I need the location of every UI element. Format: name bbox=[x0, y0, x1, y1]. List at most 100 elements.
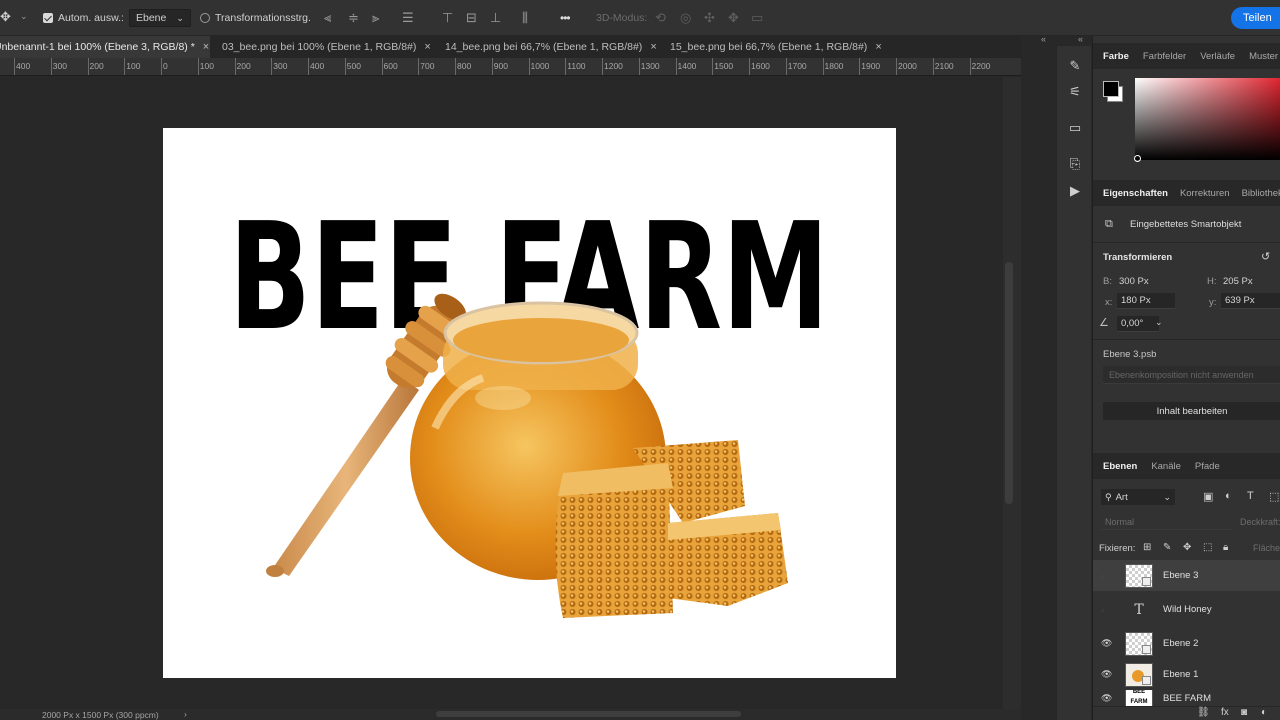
align-center-icon[interactable]: ≑ bbox=[348, 10, 359, 26]
tab-document-3[interactable]: 14_bee.png bei 66,7% (Ebene 1, RGB/8#) × bbox=[445, 36, 657, 58]
lock-transparent-icon[interactable]: ⊞ bbox=[1143, 542, 1151, 553]
filter-shape-icon[interactable]: ⬚ bbox=[1269, 490, 1279, 503]
align-bottom-icon[interactable]: ⊥ bbox=[490, 10, 501, 26]
ruler-tick bbox=[712, 58, 714, 75]
layer-row-ebene-3[interactable]: ▫ Ebene 3 bbox=[1093, 560, 1280, 591]
tab-muster[interactable]: Muster bbox=[1249, 51, 1278, 62]
ruler-tick bbox=[896, 58, 897, 75]
distribute-vertical-icon[interactable]: ⫼ bbox=[522, 10, 528, 26]
reset-transform-icon[interactable]: ↺ bbox=[1261, 250, 1270, 263]
history-icon[interactable]: ⎘ bbox=[1067, 156, 1083, 172]
layer-row-ebene-1[interactable]: 👁︎ Ebene 1 bbox=[1093, 659, 1280, 690]
filter-text-icon[interactable]: T bbox=[1247, 490, 1254, 502]
close-icon[interactable]: × bbox=[424, 41, 430, 53]
layer-filter-dropdown[interactable]: ⚲ Art ⌄ bbox=[1101, 489, 1175, 505]
foreground-color-swatch[interactable] bbox=[1103, 81, 1119, 97]
layer-thumbnail bbox=[1125, 631, 1153, 656]
transform-controls-checkbox[interactable]: Transformationsstrg. bbox=[200, 0, 311, 36]
visibility-off-icon[interactable]: ▫ bbox=[1101, 605, 1117, 615]
more-options-button[interactable]: ••• bbox=[560, 0, 571, 36]
tab-korrekturen[interactable]: Korrekturen bbox=[1180, 188, 1230, 199]
share-button[interactable]: Teilen bbox=[1231, 7, 1280, 29]
ruler-tick bbox=[638, 58, 640, 75]
width-label: B: bbox=[1103, 276, 1112, 287]
collapse-left-icon[interactable]: « bbox=[1041, 34, 1046, 44]
comments-icon[interactable]: ▭ bbox=[1067, 120, 1083, 136]
filter-adjustment-icon[interactable]: ◐ bbox=[1225, 490, 1232, 502]
lock-pixels-icon[interactable]: ✎ bbox=[1163, 542, 1171, 553]
filter-image-icon[interactable]: ▣ bbox=[1203, 490, 1213, 503]
link-layers-icon[interactable]: ⛓︎ bbox=[1197, 707, 1210, 718]
new-adjustment-icon[interactable]: ◐ bbox=[1261, 707, 1267, 718]
align-left-icon[interactable]: ⫷ bbox=[324, 10, 331, 26]
distribute-icon[interactable]: ☰ bbox=[402, 10, 414, 26]
add-mask-icon[interactable]: ◙ bbox=[1241, 707, 1247, 718]
y-position-field[interactable]: 639 Px bbox=[1221, 293, 1280, 309]
layer-row-wild-honey[interactable]: ▫ T Wild Honey bbox=[1093, 594, 1280, 625]
collapse-right-icon[interactable]: « bbox=[1078, 34, 1083, 44]
tab-ebenen[interactable]: Ebenen bbox=[1103, 461, 1137, 472]
close-icon[interactable]: × bbox=[650, 41, 656, 53]
lock-position-icon[interactable]: ✥ bbox=[1183, 542, 1191, 553]
horizontal-ruler[interactable]: 400 300 200 100 0 100 200 300 400 500 600 700 800 900… bbox=[0, 58, 1021, 76]
options-bar: ✥ ⌄ Autom. ausw.: Ebene ⌄ Transformation… bbox=[0, 0, 1280, 36]
lock-artboard-icon[interactable]: ⬚ bbox=[1203, 542, 1212, 553]
ruler-label: 1100 bbox=[567, 61, 586, 71]
color-picker-handle[interactable] bbox=[1134, 155, 1141, 162]
3d-camera-icon: ▭ bbox=[751, 10, 764, 25]
align-middle-icon[interactable]: ⊟ bbox=[466, 10, 477, 26]
eye-icon[interactable]: 👁︎ bbox=[1101, 638, 1117, 649]
eye-icon[interactable]: 👁︎ bbox=[1101, 693, 1117, 704]
tab-bibliotheken[interactable]: Bibliotheken bbox=[1242, 188, 1280, 199]
tab-kanaele[interactable]: Kanäle bbox=[1151, 461, 1181, 472]
tool-preset-chevron-icon[interactable]: ⌄ bbox=[20, 11, 28, 22]
tab-eigenschaften[interactable]: Eigenschaften bbox=[1103, 188, 1168, 199]
eye-icon[interactable]: 👁︎ bbox=[1101, 669, 1117, 680]
tab-document-4[interactable]: 15_bee.png bei 66,7% (Ebene 1, RGB/8#) × bbox=[670, 36, 882, 58]
ruler-tick bbox=[822, 58, 824, 75]
color-picker-field[interactable] bbox=[1135, 78, 1280, 160]
layer-row-bee-farm[interactable]: 👁︎ BEE FARM BEE FARM bbox=[1093, 690, 1280, 706]
divider bbox=[1093, 242, 1280, 243]
add-style-icon[interactable]: fx bbox=[1221, 707, 1229, 718]
close-icon[interactable]: × bbox=[203, 41, 209, 53]
chevron-down-icon[interactable]: ⌄ bbox=[1155, 317, 1163, 328]
layers-panel-tabs: Ebenen Kanäle Pfade bbox=[1093, 453, 1280, 479]
transform-controls-check-icon[interactable] bbox=[200, 13, 210, 23]
auto-select-target-dropdown[interactable]: Ebene ⌄ bbox=[129, 9, 191, 27]
tab-document-1[interactable]: Unbenannt-1 bei 100% (Ebene 3, RGB/8) * × bbox=[0, 36, 210, 58]
auto-select-label: Autom. ausw.: bbox=[58, 12, 124, 24]
layer-row-ebene-2[interactable]: 👁︎ Ebene 2 bbox=[1093, 628, 1280, 659]
horizontal-scrollbar-thumb[interactable] bbox=[436, 711, 741, 717]
auto-select-checkbox[interactable]: Autom. ausw.: bbox=[43, 0, 124, 36]
auto-select-check-icon[interactable] bbox=[43, 13, 53, 23]
3d-pan-icon: ✣ bbox=[704, 10, 715, 25]
close-icon[interactable]: × bbox=[875, 41, 881, 53]
actions-play-icon[interactable]: ▶ bbox=[1067, 183, 1083, 199]
brush-settings-icon[interactable]: ✎ bbox=[1067, 58, 1083, 74]
layer-comp-dropdown[interactable]: Ebenenkomposition nicht anwenden bbox=[1103, 366, 1280, 384]
y-label: y: bbox=[1209, 297, 1217, 308]
angle-field[interactable]: 0,00° bbox=[1117, 316, 1159, 332]
move-tool-icon[interactable]: ✥ bbox=[0, 9, 11, 25]
visibility-off-icon[interactable]: ▫ bbox=[1101, 571, 1117, 581]
tab-pfade[interactable]: Pfade bbox=[1195, 461, 1220, 472]
tab-verlaeufe[interactable]: Verläufe bbox=[1200, 51, 1235, 62]
ruler-tick bbox=[932, 58, 934, 75]
height-field[interactable]: 205 Px bbox=[1223, 276, 1253, 287]
status-arrow-icon[interactable]: › bbox=[184, 709, 187, 719]
document-canvas[interactable]: BEE FARM bbox=[163, 128, 896, 678]
smart-object-badge-icon bbox=[1142, 675, 1151, 685]
vertical-scrollbar-thumb[interactable] bbox=[1005, 262, 1013, 504]
edit-contents-button[interactable]: Inhalt bearbeiten bbox=[1103, 402, 1280, 420]
blend-mode-dropdown[interactable]: Normal bbox=[1101, 514, 1231, 530]
width-field[interactable]: 300 Px bbox=[1119, 276, 1149, 287]
tab-farbe[interactable]: Farbe bbox=[1103, 51, 1129, 62]
lock-all-icon[interactable]: 🔒︎ bbox=[1223, 542, 1228, 553]
align-top-icon[interactable]: ⊤ bbox=[442, 10, 453, 26]
x-position-field[interactable]: 180 Px bbox=[1117, 293, 1175, 309]
tab-farbfelder[interactable]: Farbfelder bbox=[1143, 51, 1186, 62]
tab-document-2[interactable]: 03_bee.png bei 100% (Ebene 1, RGB/8#) × bbox=[222, 36, 431, 58]
adjustments-icon[interactable]: ⚟ bbox=[1067, 84, 1083, 100]
align-right-icon[interactable]: ⫸ bbox=[372, 10, 379, 26]
